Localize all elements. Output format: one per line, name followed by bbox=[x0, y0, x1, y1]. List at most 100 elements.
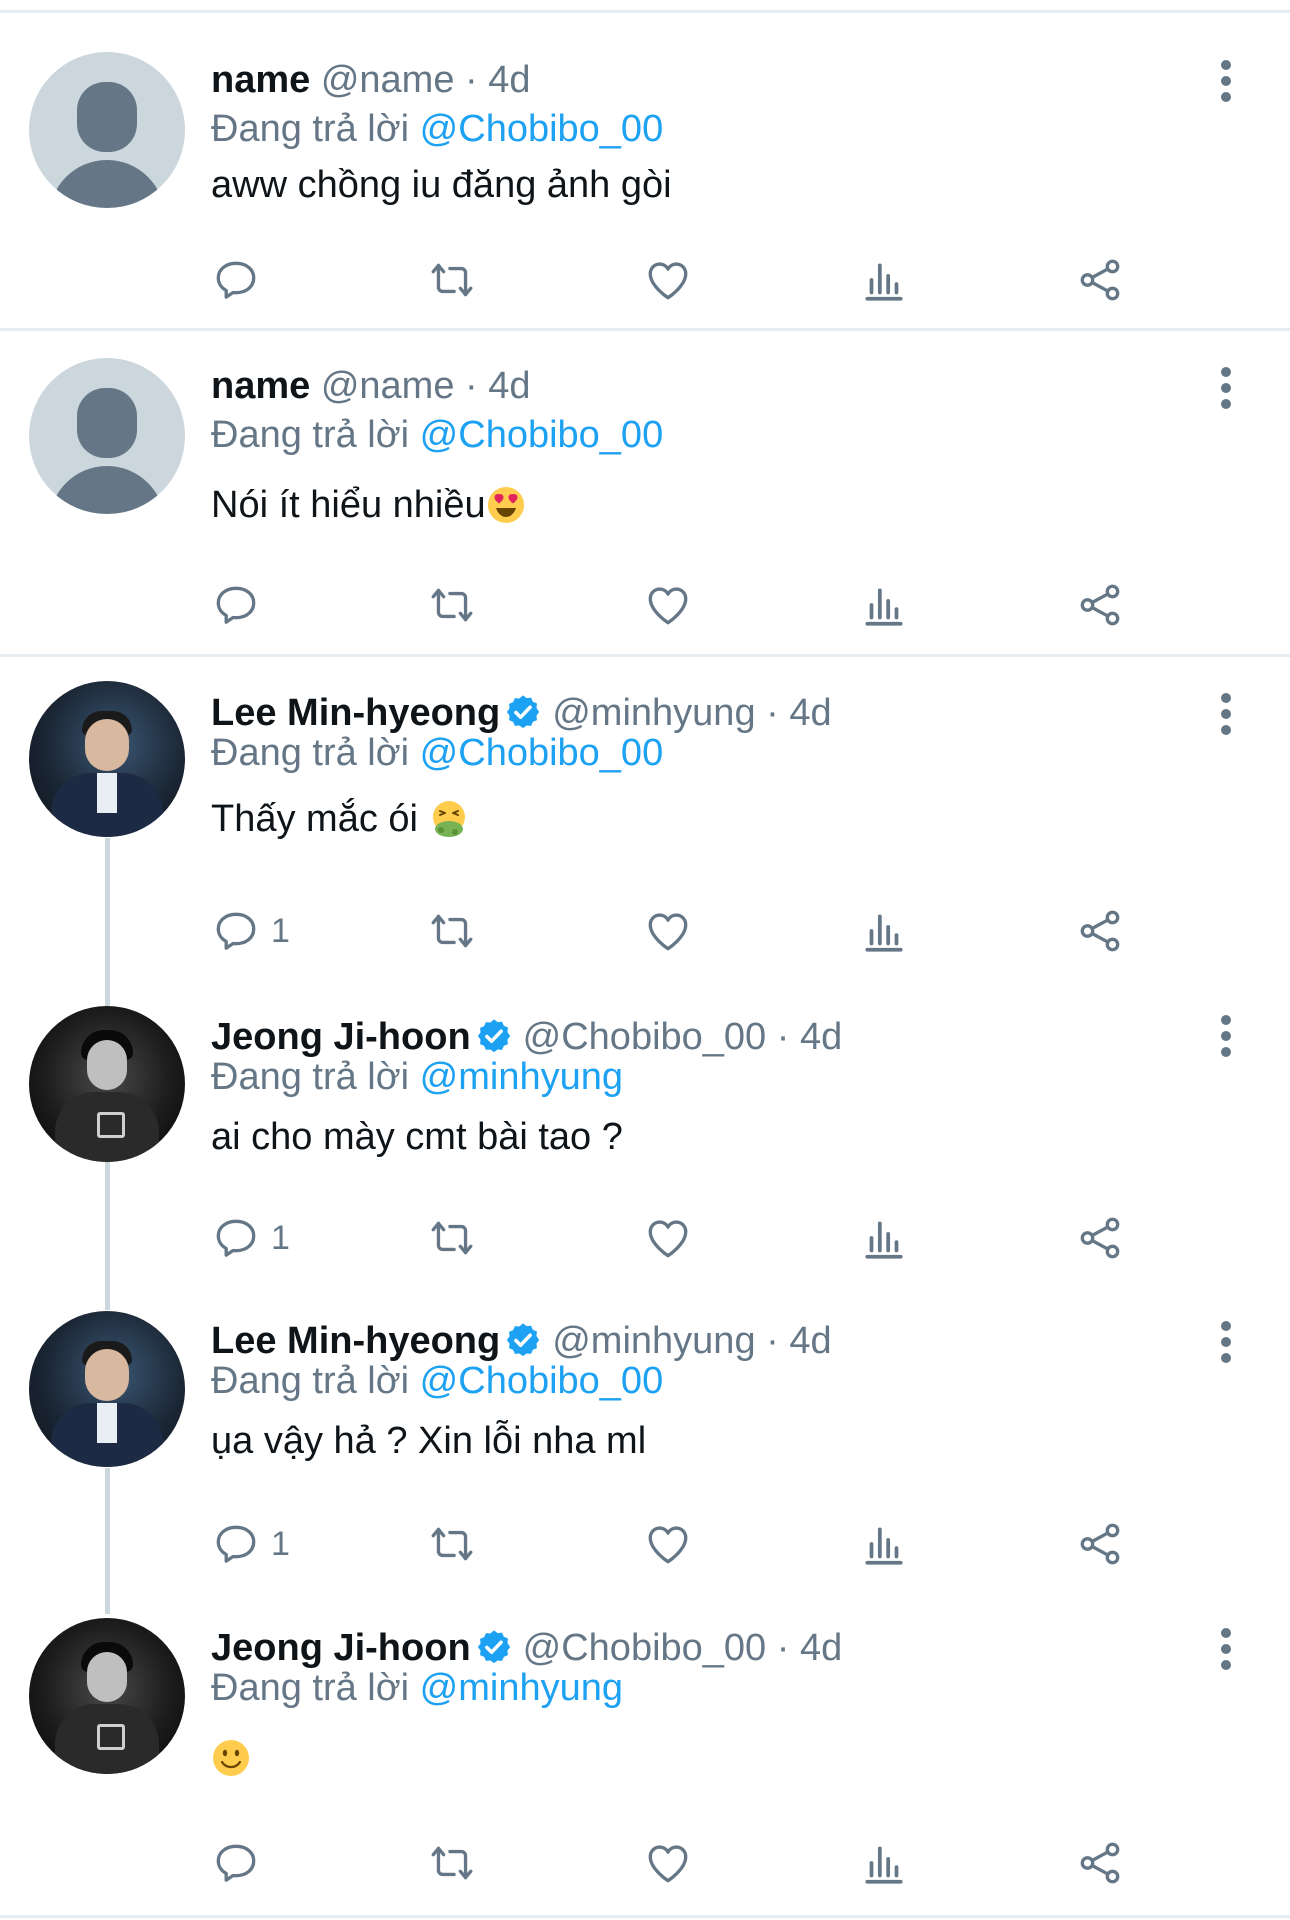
retweet-button[interactable] bbox=[427, 1516, 477, 1572]
timestamp[interactable]: 4d bbox=[488, 59, 530, 101]
tweet[interactable]: Lee Min-hyeong @minhyung · 4d Đang trả lờ… bbox=[0, 1287, 1290, 1593]
replying-label: Đang trả lời bbox=[211, 1667, 410, 1709]
tweet-text: aww chồng iu đăng ảnh gòi bbox=[211, 164, 672, 206]
more-options-icon[interactable] bbox=[1214, 367, 1238, 411]
reply-icon bbox=[216, 1525, 256, 1563]
like-button[interactable] bbox=[643, 577, 693, 633]
retweet-button[interactable] bbox=[427, 1210, 477, 1266]
reply-button[interactable] bbox=[211, 252, 271, 308]
replying-label: Đang trả lời bbox=[211, 108, 410, 150]
analytics-button[interactable] bbox=[859, 252, 909, 308]
user-handle[interactable]: @Chobibo_00 bbox=[523, 1016, 767, 1058]
timestamp[interactable]: 4d bbox=[789, 692, 831, 734]
timestamp[interactable]: 4d bbox=[488, 365, 530, 407]
tweet-actions: 1 bbox=[211, 1210, 1151, 1266]
like-button[interactable] bbox=[643, 1516, 693, 1572]
tweet[interactable]: Jeong Ji-hoon @Chobibo_00 · 4d Đang trả l… bbox=[0, 981, 1290, 1287]
retweet-icon bbox=[431, 588, 473, 622]
share-icon bbox=[1080, 910, 1120, 952]
reply-icon bbox=[216, 1219, 256, 1257]
more-options-icon[interactable] bbox=[1214, 1321, 1238, 1365]
mention-link[interactable]: @minhyung bbox=[420, 1667, 623, 1709]
analytics-button[interactable] bbox=[859, 1210, 909, 1266]
reply-button[interactable]: 1 bbox=[211, 1210, 290, 1266]
retweet-button[interactable] bbox=[427, 252, 477, 308]
tweet[interactable]: Lee Min-hyeong @minhyung · 4d Đang trả lờ… bbox=[0, 657, 1290, 977]
avatar[interactable] bbox=[29, 1006, 185, 1162]
avatar[interactable] bbox=[29, 1618, 185, 1774]
more-options-icon[interactable] bbox=[1214, 1015, 1238, 1059]
user-handle[interactable]: @name bbox=[321, 59, 455, 101]
reply-button[interactable] bbox=[211, 577, 271, 633]
tweet[interactable]: name @name · 4d Đang trả lời @Chobibo_00… bbox=[0, 10, 1290, 331]
like-button[interactable] bbox=[643, 1835, 693, 1891]
more-options-icon[interactable] bbox=[1214, 60, 1238, 104]
user-handle[interactable]: @name bbox=[321, 365, 455, 407]
display-name[interactable]: Jeong Ji-hoon bbox=[211, 1627, 471, 1669]
display-name[interactable]: name bbox=[211, 365, 310, 407]
mention-link[interactable]: @Chobibo_00 bbox=[420, 1360, 664, 1402]
analytics-button[interactable] bbox=[859, 577, 909, 633]
separator: · bbox=[776, 1627, 790, 1669]
analytics-icon bbox=[865, 1846, 903, 1884]
like-button[interactable] bbox=[643, 252, 693, 308]
reply-button[interactable] bbox=[211, 1835, 271, 1891]
display-name[interactable]: Lee Min-hyeong bbox=[211, 1320, 500, 1362]
share-button[interactable] bbox=[1075, 1835, 1125, 1891]
share-button[interactable] bbox=[1075, 1516, 1125, 1572]
retweet-icon bbox=[431, 1527, 473, 1561]
user-handle[interactable]: @Chobibo_00 bbox=[523, 1627, 767, 1669]
tweet-text: Nói ít hiểu nhiều bbox=[211, 484, 486, 526]
timestamp[interactable]: 4d bbox=[789, 1320, 831, 1362]
share-button[interactable] bbox=[1075, 1210, 1125, 1266]
reply-count: 1 bbox=[271, 911, 290, 950]
tweet-header: name @name · 4d bbox=[211, 58, 1190, 102]
retweet-button[interactable] bbox=[427, 903, 477, 959]
analytics-icon bbox=[865, 1221, 903, 1259]
analytics-button[interactable] bbox=[859, 1516, 909, 1572]
heart-icon bbox=[648, 587, 688, 625]
display-name[interactable]: Jeong Ji-hoon bbox=[211, 1016, 471, 1058]
retweet-button[interactable] bbox=[427, 577, 477, 633]
tweet[interactable]: name @name · 4d Đang trả lời @Chobibo_00… bbox=[0, 331, 1290, 657]
analytics-button[interactable] bbox=[859, 1835, 909, 1891]
share-button[interactable] bbox=[1075, 577, 1125, 633]
more-options-icon[interactable] bbox=[1214, 1628, 1238, 1672]
timestamp[interactable]: 4d bbox=[800, 1627, 842, 1669]
reply-icon bbox=[216, 586, 256, 624]
reply-button[interactable]: 1 bbox=[211, 1516, 290, 1572]
share-icon bbox=[1080, 259, 1120, 301]
heart-icon bbox=[648, 262, 688, 300]
more-options-icon[interactable] bbox=[1214, 693, 1238, 737]
replying-to: Đang trả lời @minhyung bbox=[211, 1055, 1190, 1099]
like-button[interactable] bbox=[643, 1210, 693, 1266]
mention-link[interactable]: @Chobibo_00 bbox=[420, 732, 664, 774]
like-button[interactable] bbox=[643, 903, 693, 959]
avatar[interactable] bbox=[29, 1311, 185, 1467]
verified-badge-icon bbox=[477, 1630, 510, 1664]
share-button[interactable] bbox=[1075, 903, 1125, 959]
timestamp[interactable]: 4d bbox=[800, 1016, 842, 1058]
mention-link[interactable]: @minhyung bbox=[420, 1056, 623, 1098]
reply-count: 1 bbox=[271, 1524, 290, 1563]
share-button[interactable] bbox=[1075, 252, 1125, 308]
replying-label: Đang trả lời bbox=[211, 414, 410, 456]
display-name[interactable]: name bbox=[211, 59, 310, 101]
tweet-actions: 1 bbox=[211, 1516, 1151, 1572]
avatar[interactable] bbox=[29, 358, 185, 514]
mention-link[interactable]: @Chobibo_00 bbox=[420, 108, 664, 150]
replying-label: Đang trả lời bbox=[211, 1360, 410, 1402]
analytics-button[interactable] bbox=[859, 903, 909, 959]
mention-link[interactable]: @Chobibo_00 bbox=[420, 414, 664, 456]
heart-icon bbox=[648, 1845, 688, 1883]
retweet-button[interactable] bbox=[427, 1835, 477, 1891]
display-name[interactable]: Lee Min-hyeong bbox=[211, 692, 500, 734]
user-handle[interactable]: @minhyung bbox=[552, 1320, 755, 1362]
user-handle[interactable]: @minhyung bbox=[552, 692, 755, 734]
reply-button[interactable]: 1 bbox=[211, 903, 290, 959]
avatar[interactable] bbox=[29, 52, 185, 208]
avatar[interactable] bbox=[29, 681, 185, 837]
tweet[interactable]: Jeong Ji-hoon @Chobibo_00 · 4d Đang trả l… bbox=[0, 1593, 1290, 1918]
retweet-icon bbox=[431, 1221, 473, 1255]
reply-count: 1 bbox=[271, 1218, 290, 1257]
